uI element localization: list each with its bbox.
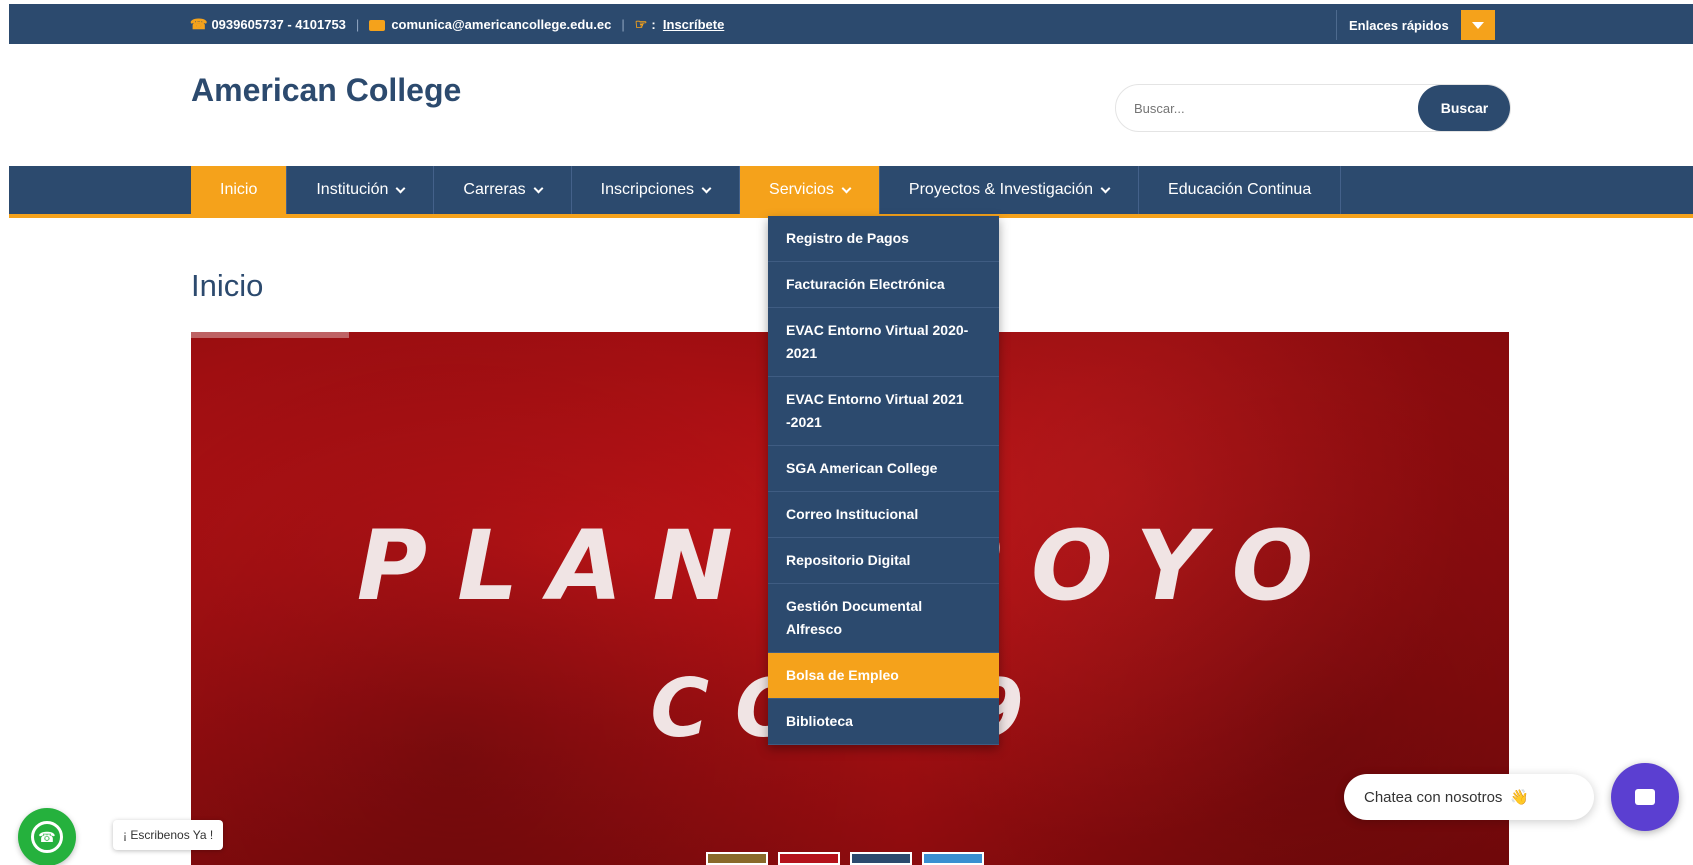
- top-bar: ☎ 0939605737 - 4101753 | comunica@america…: [9, 4, 1693, 44]
- nav-label: Institución: [316, 181, 389, 198]
- chat-invite-text: Chatea con nosotros: [1364, 788, 1503, 806]
- phone-text: 0939605737 - 4101753: [211, 16, 346, 32]
- divider: |: [621, 16, 625, 32]
- whatsapp-icon: ☎: [31, 821, 63, 853]
- nav-item-servicios[interactable]: Servicios: [740, 166, 880, 214]
- caret-down-icon: [1471, 21, 1484, 29]
- nav-label: Servicios: [769, 181, 834, 198]
- nav-item-inscripciones[interactable]: Inscripciones: [572, 166, 741, 214]
- chat-launcher-button[interactable]: [1611, 763, 1679, 831]
- nav-item-proyectos[interactable]: Proyectos & Investigación: [880, 166, 1140, 214]
- dropdown-item-bolsa-empleo[interactable]: Bolsa de Empleo: [768, 653, 999, 699]
- page: ☎ 0939605737 - 4101753 | comunica@america…: [0, 0, 1693, 865]
- dropdown-item-evac-2020[interactable]: EVAC Entorno Virtual 2020-2021: [768, 308, 999, 377]
- whatsapp-button[interactable]: ☎: [18, 808, 76, 865]
- nav-label: Carreras: [463, 181, 526, 198]
- hand-pointer-icon: ☞: [634, 15, 648, 32]
- nav-item-educacion-continua[interactable]: Educación Continua: [1139, 166, 1342, 214]
- chevron-down-icon: [395, 183, 406, 193]
- hand-suffix: :: [651, 16, 656, 32]
- email-text: comunica@americancollege.edu.ec: [391, 16, 612, 32]
- search-input[interactable]: [1116, 85, 1418, 131]
- dropdown-item-evac-2021[interactable]: EVAC Entorno Virtual 2021 -2021: [768, 377, 999, 446]
- inscribete-link-group: ☞: Inscríbete: [635, 16, 725, 33]
- search-form: Buscar: [1115, 84, 1511, 132]
- slider-thumb[interactable]: [850, 852, 912, 865]
- dropdown-item-correo[interactable]: Correo Institucional: [768, 492, 999, 538]
- nav-label: Educación Continua: [1168, 181, 1312, 198]
- dropdown-item-repositorio[interactable]: Repositorio Digital: [768, 538, 999, 584]
- quick-links-toggle[interactable]: [1460, 10, 1495, 40]
- divider: |: [355, 16, 360, 32]
- dropdown-item-facturacion[interactable]: Facturación Electrónica: [768, 262, 999, 308]
- chevron-down-icon: [533, 183, 544, 193]
- quick-links-dropdown[interactable]: Enlaces rápidos: [1336, 10, 1495, 40]
- page-title: Inicio: [191, 268, 264, 303]
- waving-hand-icon: 👋: [1510, 789, 1530, 806]
- nav-label: Inicio: [220, 181, 258, 198]
- contact-info: ☎ 0939605737 - 4101753 | comunica@america…: [190, 4, 724, 44]
- chat-invite-bubble[interactable]: Chatea con nosotros 👋: [1344, 774, 1594, 820]
- slider-progress: [191, 332, 349, 338]
- main-nav: Inicio Institución Carreras Inscripcione…: [9, 166, 1693, 218]
- phone-icon: ☎: [190, 15, 208, 32]
- email-contact[interactable]: comunica@americancollege.edu.ec: [369, 17, 611, 32]
- slider-thumb[interactable]: [706, 852, 768, 865]
- quick-links-label: Enlaces rápidos: [1349, 17, 1449, 33]
- dropdown-item-gestion-documental[interactable]: Gestión Documental Alfresco: [768, 584, 999, 653]
- slider-thumb[interactable]: [778, 852, 840, 865]
- whatsapp-label[interactable]: ¡ Escribenos Ya !: [113, 820, 224, 850]
- inscribete-link[interactable]: Inscríbete: [663, 17, 724, 32]
- dropdown-item-registro-pagos[interactable]: Registro de Pagos: [768, 216, 999, 262]
- dropdown-item-sga[interactable]: SGA American College: [768, 446, 999, 492]
- nav-item-carreras[interactable]: Carreras: [434, 166, 572, 214]
- nav-item-inicio[interactable]: Inicio: [191, 166, 288, 214]
- nav-label: Inscripciones: [600, 181, 695, 198]
- nav-label: Proyectos & Investigación: [908, 181, 1094, 198]
- dropdown-item-biblioteca[interactable]: Biblioteca: [768, 699, 999, 745]
- slider-thumbnails: [706, 852, 984, 865]
- site-logo[interactable]: American College: [191, 72, 461, 109]
- chevron-down-icon: [701, 183, 712, 193]
- chat-icon: [1635, 789, 1655, 805]
- slider-thumb[interactable]: [922, 852, 984, 865]
- chevron-down-icon: [841, 183, 852, 193]
- envelope-icon: [369, 19, 386, 31]
- search-button[interactable]: Buscar: [1418, 85, 1510, 131]
- phone-contact[interactable]: ☎ 0939605737 - 4101753: [190, 16, 346, 33]
- nav-item-institucion[interactable]: Institución: [287, 166, 435, 214]
- servicios-dropdown: Registro de Pagos Facturación Electrónic…: [768, 216, 999, 745]
- chevron-down-icon: [1100, 183, 1111, 193]
